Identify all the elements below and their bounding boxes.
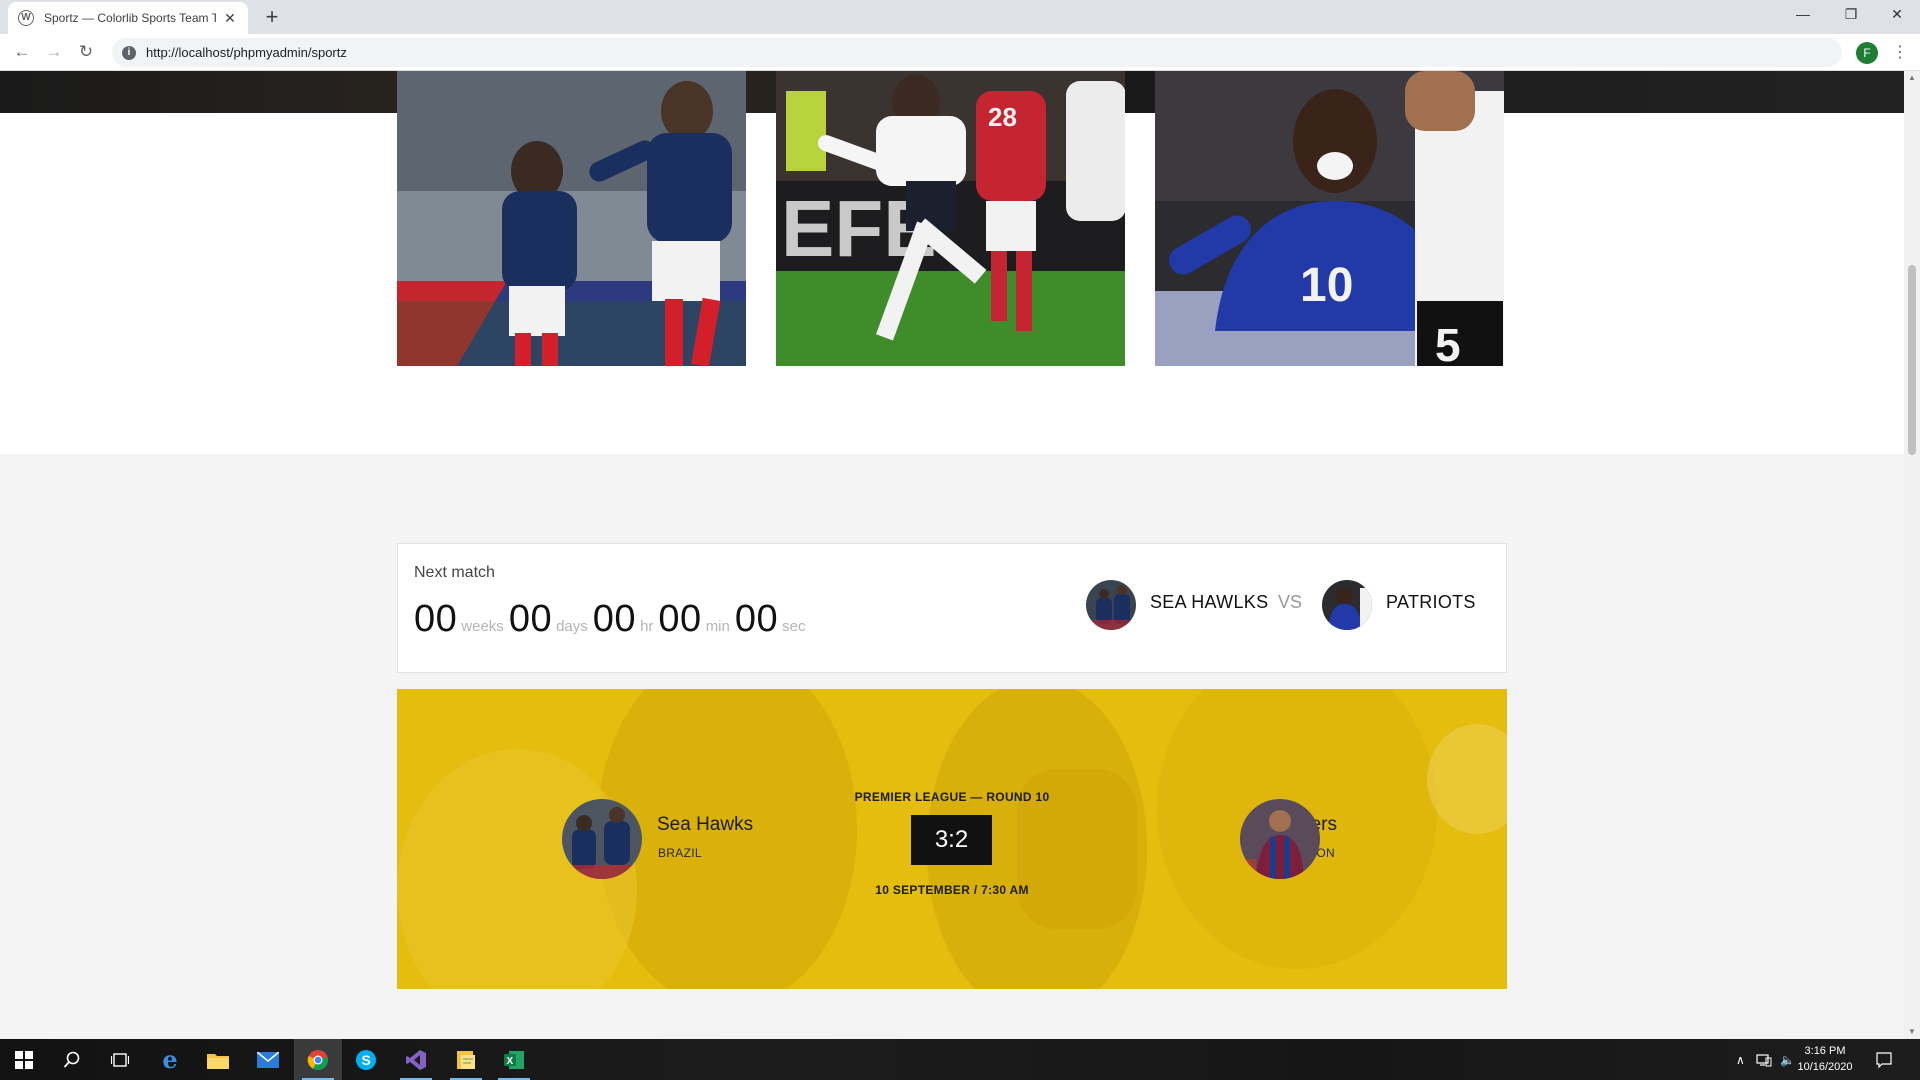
score-box: 3:2 (911, 815, 992, 865)
search-icon[interactable] (48, 1039, 96, 1080)
show-hidden-icons-icon[interactable]: ∧ (1736, 1039, 1745, 1080)
mail-icon[interactable] (244, 1039, 292, 1080)
league-round: PREMIER LEAGUE — ROUND 10 (854, 790, 1050, 804)
gallery-photo-3[interactable]: 10 5 (1155, 71, 1504, 366)
home-team-name-result: Sea Hawks (657, 814, 754, 835)
windows-taskbar: e S X ∧ 🔈 3:16 PM 10/16/2020 (0, 1039, 1920, 1080)
minimize-button[interactable]: — (1780, 0, 1826, 30)
url-text: http://localhost/phpmyadmin/sportz (146, 45, 347, 60)
forward-button[interactable]: → (40, 39, 68, 67)
svg-text:X: X (507, 1056, 514, 1067)
page-viewport: EFE 28 10 5 Next match 00 weeks 00 days … (0, 71, 1904, 1039)
svg-text:10: 10 (1300, 259, 1353, 312)
back-button[interactable]: ← (8, 39, 36, 67)
notes-app-icon[interactable] (442, 1039, 490, 1080)
countdown-minutes-unit: min (705, 618, 730, 635)
vs-label: VS (1278, 592, 1303, 612)
svg-text:S: S (362, 1052, 371, 1068)
network-icon[interactable] (1756, 1039, 1772, 1080)
system-clock[interactable]: 3:16 PM 10/16/2020 (1790, 1043, 1860, 1075)
restore-button[interactable]: ❐ (1828, 0, 1874, 30)
page-scrollbar[interactable]: ▲ ▼ (1904, 71, 1920, 1039)
chrome-taskbar-icon[interactable] (294, 1039, 342, 1080)
reload-button[interactable]: ↻ (72, 39, 100, 67)
gallery-photo-1[interactable] (397, 71, 746, 366)
tab-title: Sportz — Colorlib Sports Team Te (44, 11, 216, 25)
wordpress-icon: W (18, 10, 34, 26)
gallery-photo-2[interactable]: EFE 28 (776, 71, 1125, 366)
match-date: 10 SEPTEMBER / 7:30 AM (875, 883, 1029, 897)
notifications-icon[interactable] (1876, 1039, 1892, 1080)
countdown-weeks-unit: weeks (461, 618, 504, 635)
start-windows-icon[interactable] (0, 1039, 48, 1080)
task-view-icon[interactable] (96, 1039, 144, 1080)
browser-toolbar: ← → ↻ i http://localhost/phpmyadmin/spor… (0, 34, 1920, 71)
away-team-logo (1322, 580, 1372, 630)
countdown-hours-unit: hr (640, 618, 654, 635)
clock-date: 10/16/2020 (1797, 1061, 1853, 1073)
info-icon[interactable]: i (122, 45, 136, 60)
home-team-location: BRAZIL (658, 846, 702, 860)
chrome-menu-icon[interactable]: ⋮ (1890, 39, 1910, 67)
browser-titlebar: W Sportz — Colorlib Sports Team Te ✕ + —… (0, 0, 1920, 34)
scrollbar-thumb[interactable] (1908, 265, 1916, 455)
skype-icon[interactable]: S (342, 1039, 390, 1080)
clock-time: 3:16 PM (1804, 1045, 1846, 1057)
away-team-name: PATRIOTS (1386, 592, 1476, 612)
latest-result-card: Sea Hawks BRAZIL PREMIER LEAGUE — ROUND … (397, 689, 1507, 989)
edge-icon[interactable]: e (146, 1039, 194, 1080)
countdown-seconds-value: 00 (734, 598, 779, 640)
browser-tab[interactable]: W Sportz — Colorlib Sports Team Te ✕ (8, 2, 248, 34)
countdown-hours-value: 00 (592, 598, 637, 640)
countdown-days-value: 00 (508, 598, 553, 640)
new-tab-button[interactable]: + (258, 4, 286, 32)
close-tab-icon[interactable]: ✕ (222, 10, 238, 27)
next-match-label: Next match (414, 564, 495, 581)
file-explorer-icon[interactable] (194, 1039, 242, 1080)
home-team-logo (1086, 580, 1136, 630)
scroll-down-arrow-icon[interactable]: ▼ (1904, 1025, 1920, 1039)
home-team-photo (562, 799, 642, 879)
excel-icon[interactable]: X (490, 1039, 538, 1080)
address-bar[interactable]: i http://localhost/phpmyadmin/sportz (112, 38, 1842, 67)
home-team-name: SEA HAWLKS (1150, 592, 1269, 612)
close-window-button[interactable]: ✕ (1874, 0, 1920, 30)
countdown-seconds-unit: sec (782, 618, 806, 635)
svg-text:5: 5 (1435, 319, 1461, 366)
countdown-minutes-value: 00 (658, 598, 702, 640)
profile-avatar[interactable]: F (1856, 42, 1878, 64)
countdown-weeks-value: 00 (414, 598, 458, 640)
visual-studio-icon[interactable] (392, 1039, 440, 1080)
next-match-card: Next match 00 weeks 00 days 00 hr 00 min… (397, 543, 1507, 673)
countdown-timer: 00 weeks 00 days 00 hr 00 min 00 sec (414, 598, 810, 641)
scroll-up-arrow-icon[interactable]: ▲ (1904, 71, 1920, 85)
countdown-days-unit: days (556, 618, 588, 635)
away-team-photo (1240, 799, 1320, 879)
svg-text:28: 28 (988, 102, 1017, 132)
